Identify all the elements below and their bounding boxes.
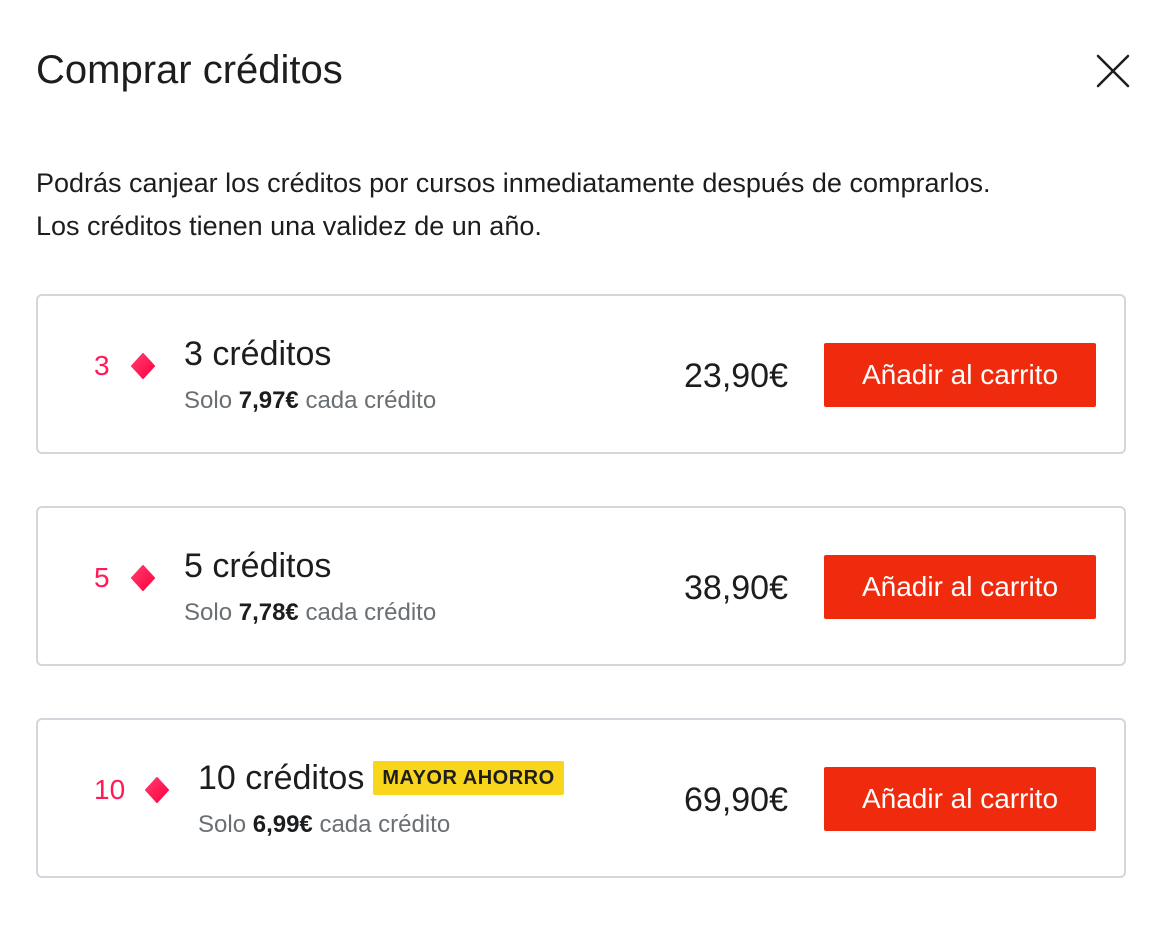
unit-price-prefix: Solo — [184, 387, 233, 414]
credit-diamond-icon — [145, 777, 169, 803]
dialog-description: Podrás canjear los créditos por cursos i… — [36, 162, 1146, 248]
add-to-cart-button[interactable]: Añadir al carrito — [824, 343, 1096, 407]
description-line-1: Podrás canjear los créditos por cursos i… — [36, 168, 991, 198]
unit-price-suffix: cada crédito — [319, 811, 451, 838]
credit-count: 3 — [94, 350, 110, 381]
package-price: 38,90€ — [684, 569, 788, 607]
close-button[interactable] — [1094, 52, 1132, 90]
unit-price-line: Solo 7,97€ cada crédito — [184, 386, 436, 416]
unit-price-suffix: cada crédito — [305, 387, 437, 414]
credit-diamond-icon — [131, 565, 155, 591]
unit-price: 6,99€ — [252, 811, 313, 838]
package-name: 10 créditos — [198, 759, 365, 797]
package-name: 5 créditos — [184, 547, 332, 585]
dialog-title: Comprar créditos — [36, 48, 343, 92]
unit-price: 7,97€ — [238, 387, 299, 414]
credit-diamond-icon — [131, 353, 155, 379]
package-price: 23,90€ — [684, 357, 788, 395]
package-info: 10 créditos MAYOR AHORRO Solo 6,99€ cada… — [198, 756, 564, 840]
credit-package-card-5: 5 5 créditos Solo 7,78€ cada crédito 38,… — [36, 506, 1126, 666]
unit-price-line: Solo 6,99€ cada crédito — [198, 810, 564, 840]
credit-count: 5 — [94, 562, 110, 593]
description-line-2: Los créditos tienen una validez de un añ… — [36, 211, 542, 241]
package-info: 3 créditos Solo 7,97€ cada crédito — [184, 332, 436, 416]
unit-price-line: Solo 7,78€ cada crédito — [184, 598, 436, 628]
credit-count: 10 — [94, 774, 126, 805]
package-price: 69,90€ — [684, 781, 788, 819]
add-to-cart-button[interactable]: Añadir al carrito — [824, 555, 1096, 619]
unit-price: 7,78€ — [238, 599, 299, 626]
best-value-badge: MAYOR AHORRO — [373, 761, 564, 795]
package-name: 3 créditos — [184, 335, 332, 373]
close-icon — [1096, 54, 1130, 88]
add-to-cart-button[interactable]: Añadir al carrito — [824, 767, 1096, 831]
unit-price-suffix: cada crédito — [305, 599, 437, 626]
unit-price-prefix: Solo — [184, 599, 233, 626]
package-info: 5 créditos Solo 7,78€ cada crédito — [184, 544, 436, 628]
credit-package-card-10: 10 10 créditos MAYOR AHORRO Solo 6,99€ c… — [36, 718, 1126, 878]
credit-package-card-3: 3 3 créditos Solo 7,97€ cada crédito 23,… — [36, 294, 1126, 454]
unit-price-prefix: Solo — [198, 811, 247, 838]
